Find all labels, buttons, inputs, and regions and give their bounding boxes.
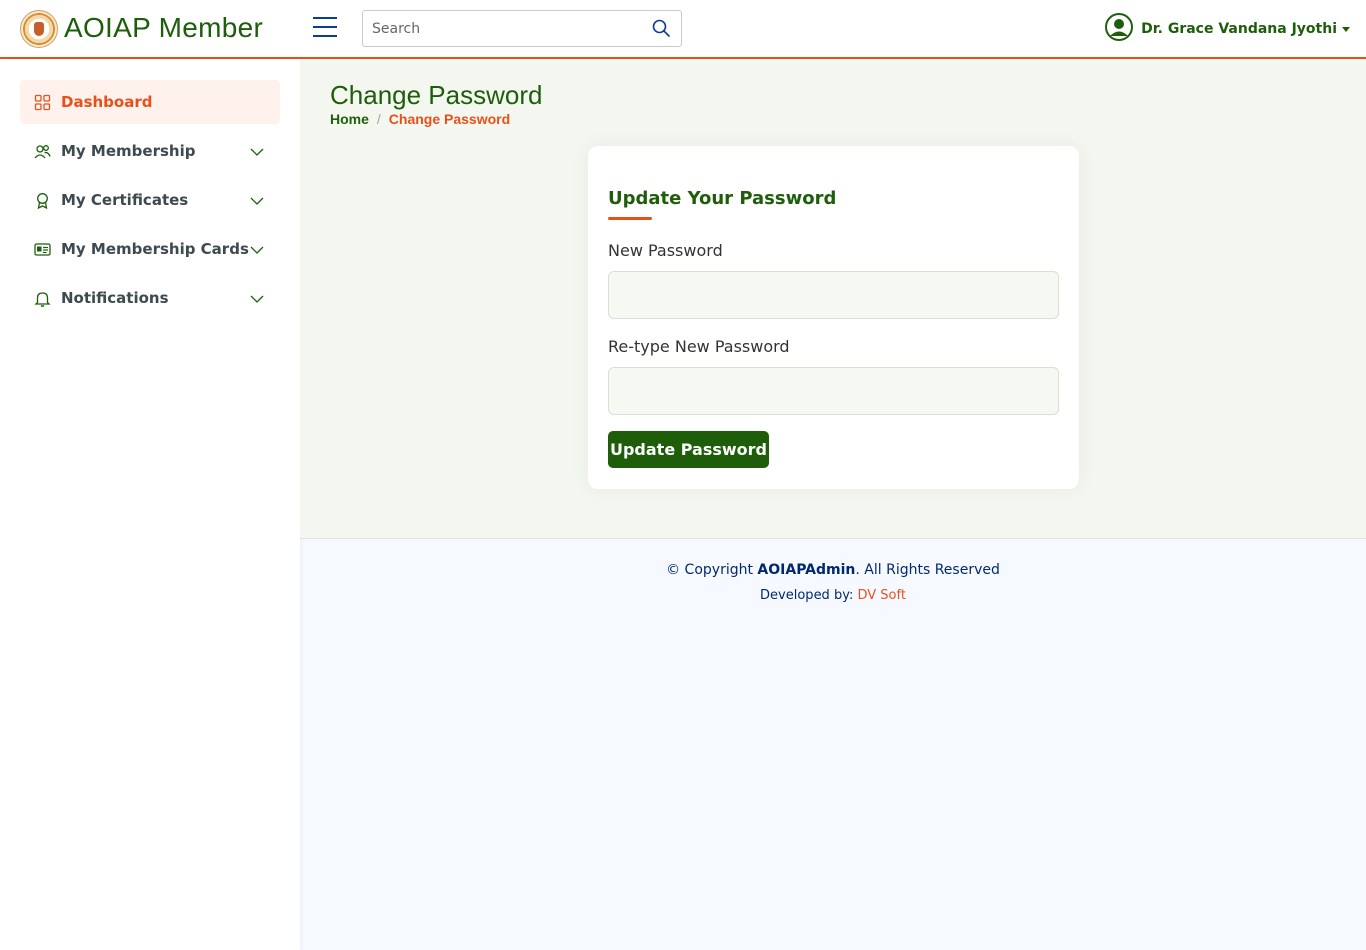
new-password-field[interactable] (608, 271, 1059, 319)
breadcrumb-current: Change Password (388, 111, 511, 127)
aoiap-logo[interactable] (20, 10, 58, 48)
sidebar-item-label: Dashboard (61, 93, 153, 111)
sidebar-item-my-membership-cards[interactable]: My Membership Cards (20, 227, 280, 271)
search-input[interactable] (363, 11, 633, 46)
card-title: Update Your Password (608, 188, 837, 209)
chevron-down-icon (250, 144, 264, 158)
sidebar-item-label: My Certificates (61, 191, 189, 209)
user-name: Dr. Grace Vandana Jyothi (1141, 21, 1337, 37)
search-bar (362, 10, 682, 47)
retype-password-label: Re-type New Password (608, 337, 790, 356)
sidebar-item-label: Notifications (61, 289, 169, 307)
brand-title[interactable]: AOIAP Member (64, 12, 263, 44)
copyright-suffix: . All Rights Reserved (855, 562, 1000, 578)
id-card-icon (34, 241, 51, 258)
retype-password-field[interactable] (608, 367, 1059, 415)
title-underline (608, 217, 652, 220)
new-password-label: New Password (608, 241, 723, 260)
developer-link[interactable]: DV Soft (857, 588, 905, 603)
caret-down-icon (1342, 26, 1350, 32)
sidebar-item-label: My Membership Cards (61, 240, 249, 258)
sidebar-item-my-certificates[interactable]: My Certificates (20, 178, 280, 222)
copyright-brand: AOIAPAdmin (757, 562, 856, 578)
developed-by-label: Developed by: (760, 588, 858, 603)
grid-icon (34, 94, 51, 111)
chevron-down-icon (250, 291, 264, 305)
breadcrumb: Home / Change Password (330, 111, 510, 127)
menu-toggle-icon[interactable] (313, 17, 339, 39)
sidebar-item-my-membership[interactable]: My Membership (20, 129, 280, 173)
award-icon (34, 192, 51, 209)
breadcrumb-separator: / (376, 111, 381, 127)
people-icon (34, 143, 51, 160)
search-icon[interactable] (651, 18, 673, 40)
sidebar: Dashboard My Membership My Certificates … (0, 59, 300, 950)
breadcrumb-home-link[interactable]: Home (330, 111, 369, 127)
profile-dropdown[interactable]: Dr. Grace Vandana Jyothi (1104, 12, 1350, 46)
user-avatar-icon (1104, 12, 1134, 46)
sidebar-item-dashboard[interactable]: Dashboard (20, 80, 280, 124)
update-password-button[interactable]: Update Password (608, 431, 769, 468)
footer-copyright: © Copyright AOIAPAdmin. All Rights Reser… (300, 562, 1366, 578)
footer-credits: Developed by: DV Soft (300, 588, 1366, 603)
copyright-prefix: © Copyright (666, 562, 758, 578)
page-title: Change Password (330, 80, 543, 110)
sidebar-item-notifications[interactable]: Notifications (20, 276, 280, 320)
top-header: AOIAP Member Dr. Grace Vandana Jyothi (0, 0, 1366, 59)
chevron-down-icon (250, 193, 264, 207)
chevron-down-icon (250, 242, 264, 256)
bell-icon (34, 290, 51, 307)
sidebar-item-label: My Membership (61, 142, 196, 160)
change-password-card: Update Your Password New Password Re-typ… (588, 146, 1079, 489)
